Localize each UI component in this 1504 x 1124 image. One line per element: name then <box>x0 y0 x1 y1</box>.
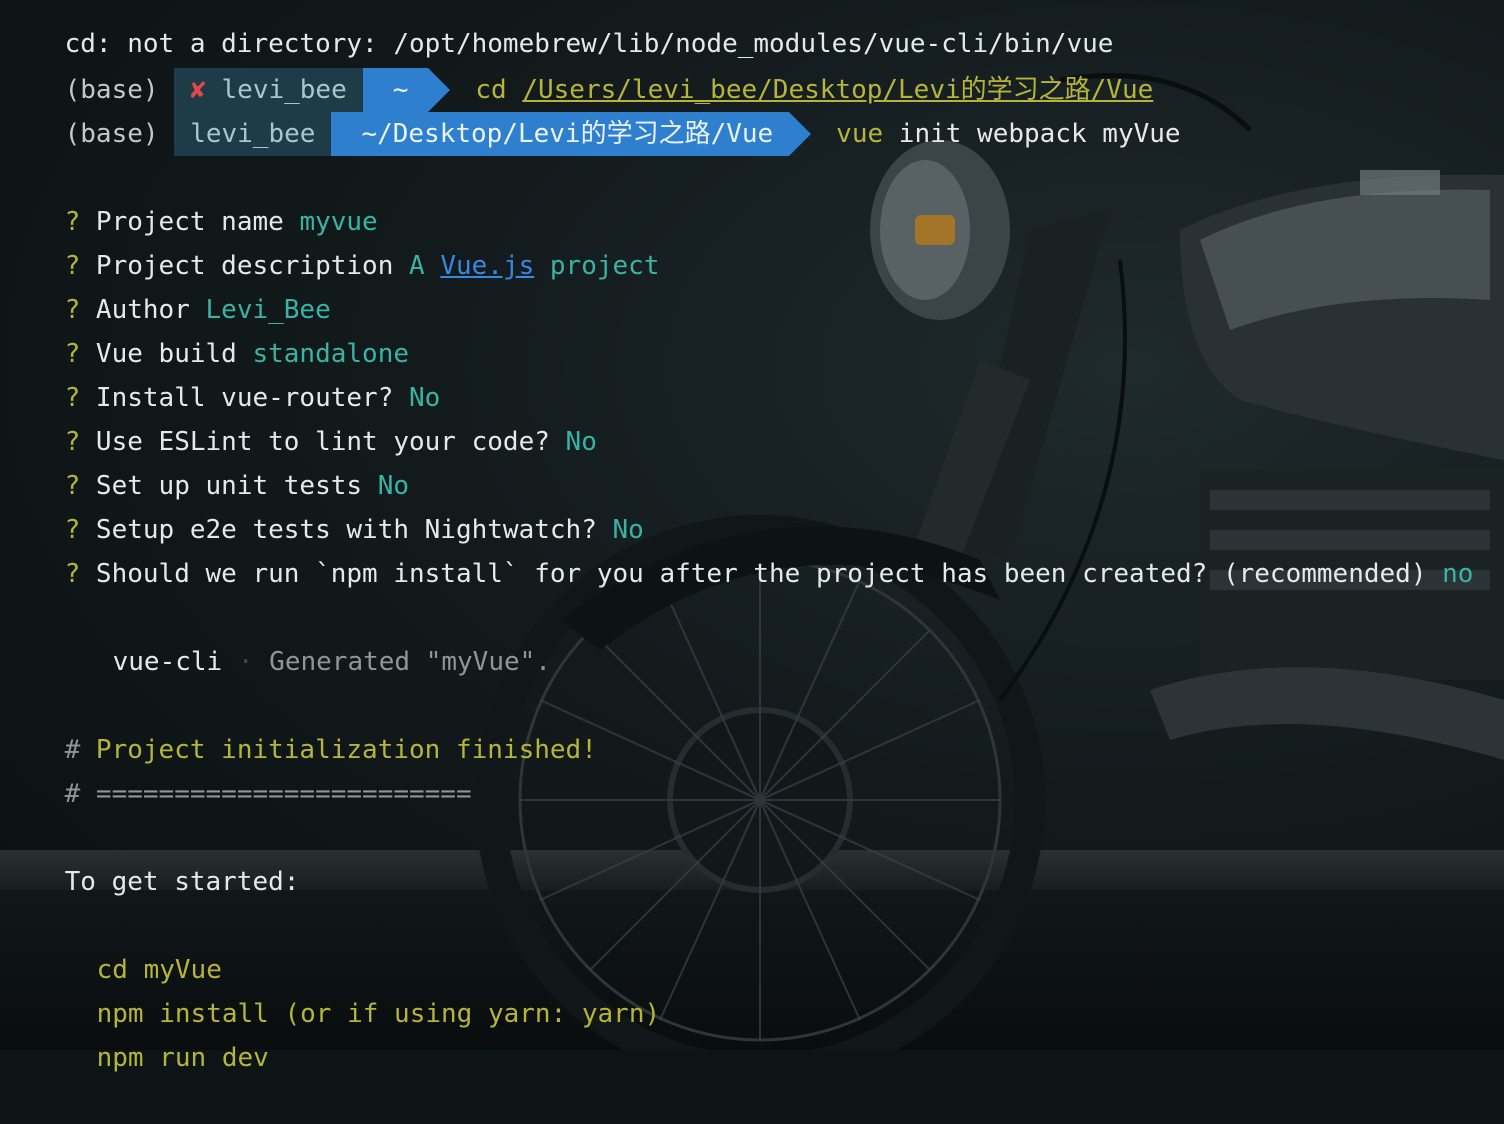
prompt-line-vue-init: (base) levi_bee ~/Desktop/Levi的学习之路/Vue v… <box>2 68 1181 156</box>
question-line: ? Project name myvue <box>2 156 378 237</box>
command-args: init webpack myVue <box>883 119 1181 149</box>
error-line: cd: not a directory: /opt/homebrew/lib/n… <box>64 29 1114 59</box>
question-line: ? Setup e2e tests with Nightwatch? No <box>2 464 644 545</box>
started-line: To get started: <box>64 867 300 897</box>
rule-line: # ======================== <box>2 728 472 809</box>
answer-text: no <box>1442 559 1474 589</box>
dir-label: ~/Desktop/Levi的学习之路/Vue <box>361 119 774 149</box>
user-segment: levi_bee <box>174 112 354 156</box>
separator: · <box>237 647 254 677</box>
answer-text: A <box>409 251 441 281</box>
rule-text: ======================== <box>80 779 472 809</box>
generated-message: Generated "myVue". <box>269 647 551 677</box>
step-line: npm run dev <box>34 992 269 1073</box>
generated-line: vue-cli · Generated "myVue". <box>50 596 551 677</box>
answer-link[interactable]: Vue.js <box>440 251 534 281</box>
prompt-line-cd: (base) ✘ levi_bee ~ cd /Users/levi_bee/De… <box>2 24 1153 112</box>
dir-segment: ~/Desktop/Levi的学习之路/Vue <box>331 112 812 156</box>
tool-name: vue-cli <box>112 647 223 677</box>
answer-text: No <box>565 427 597 457</box>
comment-hash: # <box>64 779 81 809</box>
question-line: ? Install vue-router? No <box>2 332 441 413</box>
user-label: levi_bee <box>190 119 316 149</box>
step-command: npm run dev <box>96 1043 269 1073</box>
command: vue <box>836 119 884 149</box>
step-line: cd myVue <box>34 904 222 985</box>
question-text: Should we run `npm install` for you afte… <box>80 559 1443 589</box>
chevron-right-icon <box>789 112 812 156</box>
question-line: ? Set up unit tests No <box>2 420 409 501</box>
conda-env: (base) <box>64 119 159 149</box>
finished-line: # Project initialization finished! <box>2 684 597 765</box>
question-line: ? Should we run `npm install` for you af… <box>2 508 1474 589</box>
question-line: ? Author Levi_Bee <box>2 244 331 325</box>
question-line: ? Project description A Vue.js project <box>2 200 660 281</box>
question-mark: ? <box>64 559 81 589</box>
question-line: ? Vue build standalone <box>2 288 409 369</box>
step-line: npm install (or if using yarn: yarn) <box>34 948 661 1029</box>
answer-text: project <box>534 251 660 281</box>
question-line: ? Use ESLint to lint your code? No <box>2 376 597 457</box>
